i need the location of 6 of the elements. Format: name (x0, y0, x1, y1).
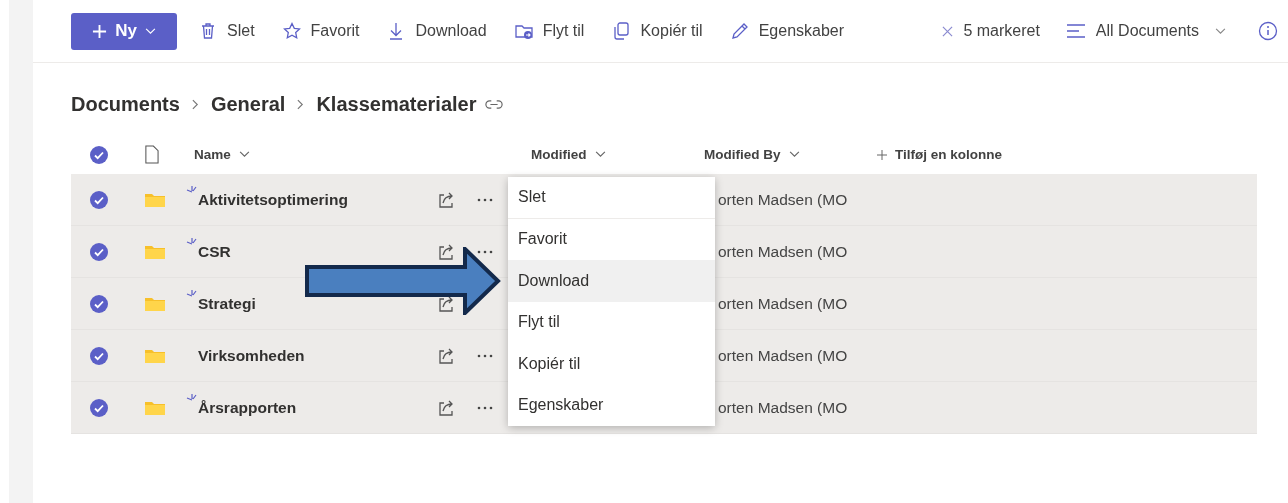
table-cell: orten Madsen (MO (718, 346, 848, 365)
table-cell: orten Madsen (MO (718, 242, 848, 261)
table-cell: orten Madsen (MO (718, 398, 848, 417)
selection-count: 5 markeret (963, 22, 1040, 40)
table-cell: orten Madsen (MO (718, 190, 848, 209)
table-cell: orten Madsen (MO (718, 294, 848, 313)
